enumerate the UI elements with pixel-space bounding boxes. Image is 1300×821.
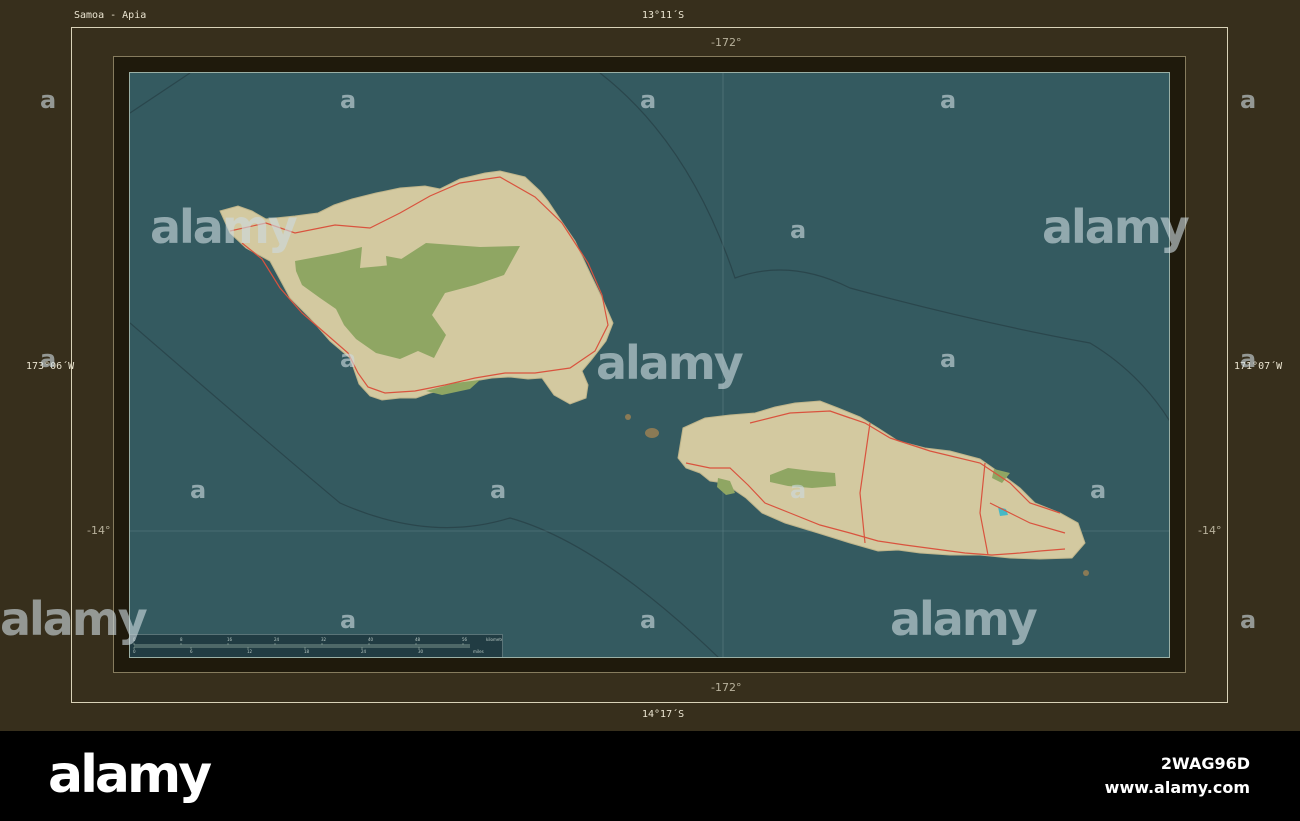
watermark-glyph: a (40, 345, 56, 373)
scale-km-unit-label: kilometers (486, 637, 502, 642)
watermark-glyph: a (1240, 606, 1256, 634)
watermark-logo: alamy (0, 592, 148, 646)
scale-km-tick-label: 8 (180, 637, 183, 642)
north-bound-label: 13°11´S (642, 10, 685, 21)
scale-mi-tick-label: 30 (418, 649, 424, 654)
watermark-glyph: a (1240, 345, 1256, 373)
watermark-glyph: a (40, 86, 56, 114)
watermark-glyph: a (640, 86, 656, 114)
lon-label-top: -172° (711, 36, 742, 49)
scale-km-tick-label: 56 (462, 637, 468, 642)
watermark-glyph: a (640, 606, 656, 634)
map-poster: Samoa - Apia 13°11´S 14°17´S 173°06´W 17… (0, 0, 1300, 731)
watermark-logo: alamy (1042, 200, 1190, 254)
brand-logo: alamy (48, 745, 212, 805)
islet (1083, 570, 1089, 576)
scale-km-tick-label: 24 (274, 637, 280, 642)
watermark-glyph: a (790, 216, 806, 244)
scale-km-tick-label: 40 (368, 637, 374, 642)
scale-mi-tick-label: 12 (247, 649, 253, 654)
watermark-logo: alamy (150, 200, 298, 254)
watermark-glyph: a (1090, 476, 1106, 504)
scale-km-tick-label: 16 (227, 637, 233, 642)
scale-mi-unit-label: miles (473, 649, 484, 654)
watermark-logo: alamy (890, 592, 1038, 646)
watermark-glyph: a (340, 606, 356, 634)
boundary-line (130, 73, 191, 114)
watermark-glyph: a (1240, 86, 1256, 114)
scale-mi-tick-label: 18 (304, 649, 310, 654)
map-title: Samoa - Apia (74, 10, 147, 21)
lat-label-left: -14° (87, 524, 111, 537)
upolu-island (677, 400, 1086, 560)
watermark-glyph: a (340, 86, 356, 114)
scale-mi-tick-label: 0 (133, 649, 136, 654)
scale-mi-tick-label: 6 (190, 649, 193, 654)
lat-label-right: -14° (1198, 524, 1222, 537)
watermark-glyph: a (940, 86, 956, 114)
image-id: 2WAG96D (1160, 754, 1250, 773)
scale-mi-tick-label: 24 (361, 649, 367, 654)
watermark-glyph: a (340, 345, 356, 373)
watermark-glyph: a (190, 476, 206, 504)
watermark-glyph: a (790, 476, 806, 504)
south-bound-label: 14°17´S (642, 709, 685, 720)
site-url[interactable]: www.alamy.com (1105, 778, 1250, 797)
lon-label-bottom: -172° (711, 681, 742, 694)
islet (645, 428, 659, 438)
watermark-glyph: a (940, 345, 956, 373)
watermark-glyph: a (490, 476, 506, 504)
islet (625, 414, 631, 420)
scale-bar-graphic: 08162432404856kilometers0612182430miles (133, 637, 502, 654)
watermark-logo: alamy (596, 336, 744, 390)
scale-km-tick-label: 32 (321, 637, 327, 642)
scale-bar: 08162432404856kilometers0612182430miles (130, 634, 503, 657)
scale-km-tick-label: 48 (415, 637, 421, 642)
